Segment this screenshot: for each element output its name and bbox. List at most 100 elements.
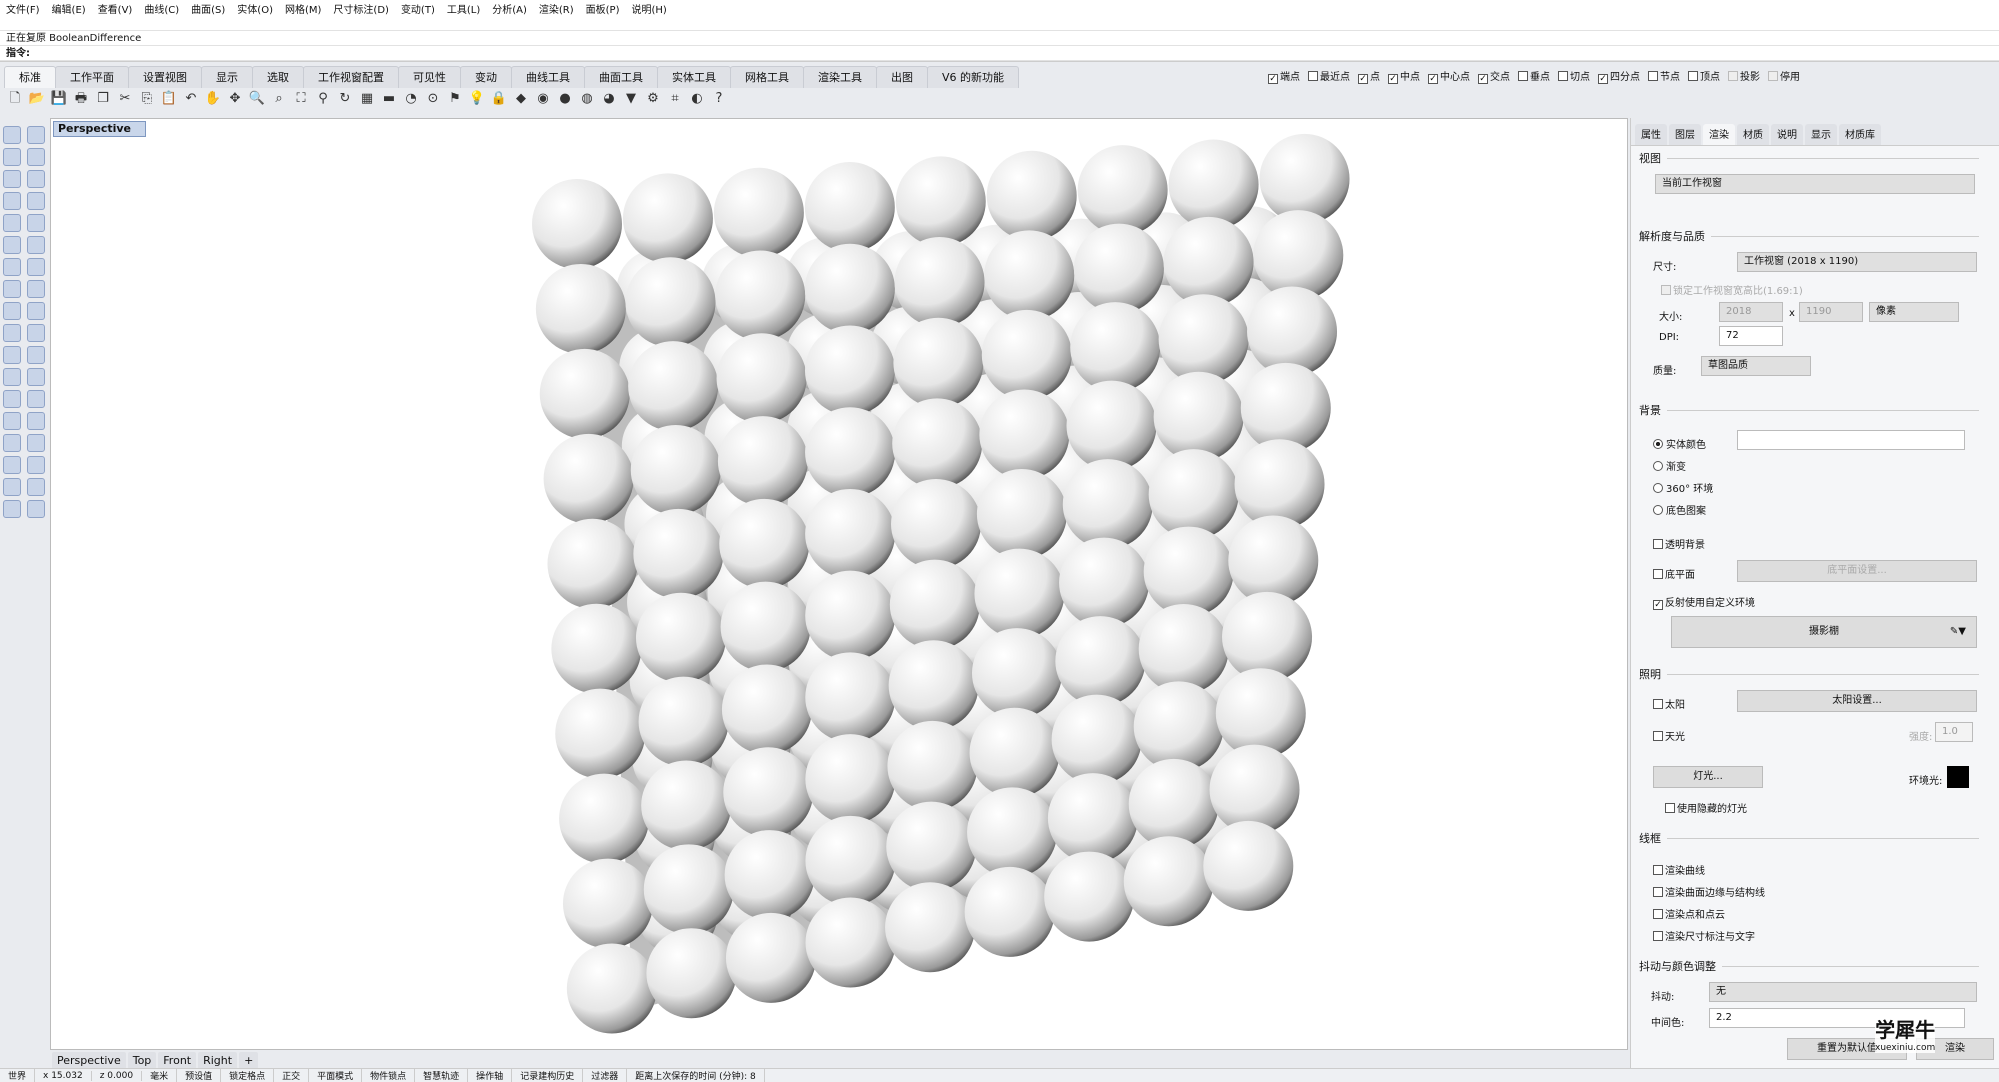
tab-12[interactable]: 渲染工具 bbox=[803, 66, 877, 88]
toolbar-icon[interactable]: 📋 bbox=[160, 90, 178, 108]
left-tool-icon[interactable] bbox=[27, 434, 45, 452]
section-lighting[interactable]: 照明 bbox=[1639, 666, 1979, 682]
wire-option-3[interactable]: 渲染尺寸标注与文字 bbox=[1653, 928, 1755, 943]
sphere[interactable] bbox=[633, 508, 724, 599]
left-tool-icon[interactable] bbox=[3, 302, 21, 320]
menu-item[interactable]: 编辑(E) bbox=[52, 1, 86, 16]
panel-tab-0[interactable]: 属性 bbox=[1635, 124, 1667, 145]
wire-option-2[interactable]: 渲染点和点云 bbox=[1653, 906, 1725, 921]
sphere[interactable] bbox=[555, 688, 646, 779]
sphere[interactable] bbox=[894, 237, 985, 328]
sphere[interactable] bbox=[804, 162, 895, 253]
sphere[interactable] bbox=[1066, 380, 1157, 471]
toolbar-icon[interactable]: 🔒 bbox=[490, 90, 508, 108]
toolbar-icon[interactable]: ◔ bbox=[402, 90, 420, 108]
sphere[interactable] bbox=[1077, 145, 1168, 236]
toolbar-icon[interactable]: ⌕ bbox=[270, 90, 288, 108]
checkbox[interactable]: ✓ bbox=[1478, 74, 1488, 84]
toolbar-icon[interactable]: 🗋 bbox=[6, 90, 24, 108]
left-tool-icon[interactable] bbox=[3, 412, 21, 430]
left-tool-icon[interactable] bbox=[27, 258, 45, 276]
toolbar-icon[interactable]: 🖶 bbox=[72, 90, 90, 108]
radio[interactable] bbox=[1653, 461, 1663, 471]
checkbox[interactable] bbox=[1653, 909, 1663, 919]
bg-option-1[interactable]: 渐变 bbox=[1653, 458, 1686, 473]
sphere[interactable] bbox=[532, 179, 622, 269]
left-tool-icon[interactable] bbox=[27, 302, 45, 320]
sphere[interactable] bbox=[630, 424, 721, 515]
sphere[interactable] bbox=[562, 858, 653, 949]
sphere[interactable] bbox=[979, 389, 1070, 480]
tab-8[interactable]: 曲线工具 bbox=[511, 66, 585, 88]
left-tool-icon[interactable] bbox=[3, 280, 21, 298]
osnap-0[interactable]: ✓ 端点 bbox=[1268, 68, 1300, 84]
sphere[interactable] bbox=[1163, 216, 1254, 307]
left-tool-icon[interactable] bbox=[27, 346, 45, 364]
status-item-5[interactable]: 锁定格点 bbox=[221, 1069, 275, 1082]
checkbox[interactable] bbox=[1558, 71, 1568, 81]
checkbox[interactable] bbox=[1728, 71, 1738, 81]
sphere[interactable] bbox=[805, 652, 896, 743]
sphere[interactable] bbox=[721, 664, 812, 755]
menu-item[interactable]: 曲面(S) bbox=[191, 1, 225, 16]
sphere[interactable] bbox=[1209, 744, 1300, 835]
sphere[interactable] bbox=[566, 943, 657, 1034]
sphere[interactable] bbox=[1168, 139, 1259, 230]
sphere[interactable] bbox=[967, 787, 1058, 878]
sphere[interactable] bbox=[551, 603, 642, 694]
menu-item[interactable]: 变动(T) bbox=[401, 1, 435, 16]
sphere[interactable] bbox=[1222, 591, 1313, 682]
tab-10[interactable]: 实体工具 bbox=[657, 66, 731, 88]
command-prompt[interactable]: 指令: bbox=[0, 46, 1999, 61]
sphere[interactable] bbox=[805, 570, 896, 661]
osnap-3[interactable]: ✓ 中点 bbox=[1388, 68, 1420, 84]
left-tool-icon[interactable] bbox=[27, 214, 45, 232]
transparent-bg-checkbox[interactable]: 透明背景 bbox=[1653, 536, 1705, 551]
sphere[interactable] bbox=[805, 488, 896, 579]
status-item-11[interactable]: 记录建构历史 bbox=[512, 1069, 584, 1082]
sphere[interactable] bbox=[1259, 133, 1350, 224]
menu-item[interactable]: 查看(V) bbox=[98, 1, 133, 16]
viewport-tab-0[interactable]: Perspective bbox=[52, 1052, 126, 1069]
sphere[interactable] bbox=[622, 173, 713, 264]
sphere[interactable] bbox=[1123, 836, 1214, 927]
sphere[interactable] bbox=[1128, 758, 1219, 849]
toolbar-icon[interactable]: ▬ bbox=[380, 90, 398, 108]
panel-tab-1[interactable]: 图层 bbox=[1669, 124, 1701, 145]
radio[interactable] bbox=[1653, 483, 1663, 493]
status-item-9[interactable]: 智慧轨迹 bbox=[415, 1069, 469, 1082]
skylight-checkbox[interactable]: 天光 bbox=[1653, 728, 1685, 743]
left-tool-icon[interactable] bbox=[27, 280, 45, 298]
sphere[interactable] bbox=[891, 478, 982, 569]
section-view[interactable]: 视图 bbox=[1639, 150, 1979, 166]
left-tool-icon[interactable] bbox=[3, 236, 21, 254]
sphere[interactable] bbox=[725, 912, 816, 1003]
toolbar-icon[interactable]: ✂ bbox=[116, 90, 134, 108]
sphere[interactable] bbox=[547, 518, 638, 609]
toolbar-icon[interactable]: 💾 bbox=[50, 90, 68, 108]
left-tool-icon[interactable] bbox=[3, 478, 21, 496]
sphere[interactable] bbox=[628, 341, 719, 432]
toolbar-icon[interactable]: ↶ bbox=[182, 90, 200, 108]
tab-6[interactable]: 可见性 bbox=[398, 66, 461, 88]
sphere[interactable] bbox=[625, 257, 716, 348]
tab-4[interactable]: 选取 bbox=[252, 66, 304, 88]
menu-item[interactable]: 网格(M) bbox=[285, 1, 321, 16]
panel-tab-3[interactable]: 材质 bbox=[1737, 124, 1769, 145]
sphere[interactable] bbox=[1158, 294, 1249, 385]
checkbox[interactable] bbox=[1308, 71, 1318, 81]
section-wireframe[interactable]: 线框 bbox=[1639, 830, 1979, 846]
toolbar-icon[interactable]: ⌗ bbox=[666, 90, 684, 108]
sphere[interactable] bbox=[1133, 681, 1224, 772]
checkbox[interactable] bbox=[1688, 71, 1698, 81]
checkbox[interactable] bbox=[1518, 71, 1528, 81]
left-tool-icon[interactable] bbox=[27, 236, 45, 254]
menu-item[interactable]: 说明(H) bbox=[632, 1, 667, 16]
toolbar-icon[interactable]: ◆ bbox=[512, 90, 530, 108]
lock-aspect-checkbox[interactable]: 锁定工作视窗宽高比(1.69:1) bbox=[1661, 282, 1803, 297]
toolbar-icon[interactable]: ⚑ bbox=[446, 90, 464, 108]
bg-option-0[interactable]: 实体颜色 bbox=[1653, 436, 1706, 451]
toolbar-icon[interactable]: ▼ bbox=[622, 90, 640, 108]
panel-tab-2[interactable]: 渲染 bbox=[1703, 124, 1735, 145]
ambient-color-swatch[interactable] bbox=[1947, 766, 1969, 788]
